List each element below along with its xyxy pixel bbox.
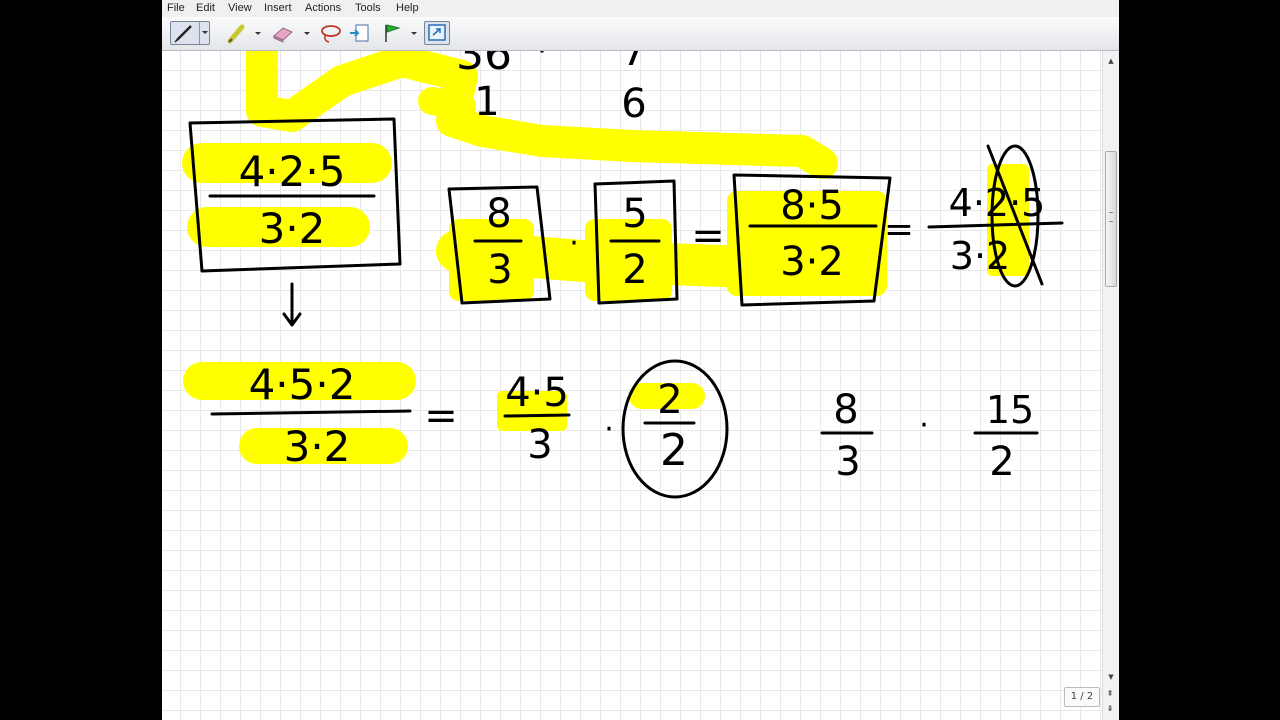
crossed-den: 3·2 <box>950 234 1010 278</box>
highlighter-dropdown[interactable] <box>254 21 262 45</box>
flag-icon <box>385 24 401 42</box>
scroll-up-icon[interactable]: ▲ <box>1103 53 1119 68</box>
lasso-tool-button[interactable] <box>319 21 343 45</box>
eq-equals: = <box>691 213 725 259</box>
screen-capture-icon <box>428 24 446 41</box>
split-2-num: 2 <box>657 377 682 423</box>
lasso-icon <box>321 25 341 43</box>
boxed-num: 4·2·5 <box>239 147 346 196</box>
split-1-den: 3 <box>527 422 552 468</box>
menu-help[interactable]: Help <box>396 2 419 15</box>
equals-3: = <box>424 393 458 439</box>
top-left-den: 1 <box>474 79 499 125</box>
split-dot: · <box>604 412 614 447</box>
problem-2-num: 15 <box>986 388 1034 432</box>
split-1-num: 4·5 <box>505 370 569 416</box>
eraser-dropdown[interactable] <box>303 21 311 45</box>
scroll-down-icon[interactable]: ▼ <box>1103 669 1119 684</box>
eq-2: 2 <box>622 247 647 293</box>
page-down-icon[interactable]: ⇟ <box>1103 701 1117 716</box>
problem-1-den: 3 <box>835 439 860 485</box>
crossed-num: 4·2·5 <box>949 181 1046 225</box>
eq-equals-2: = <box>884 209 914 250</box>
handwritten-text: 36 1 · 7 6 4·2·5 3·2 8 3 · 5 2 = 8·5 3·2… <box>239 51 1046 485</box>
eq-result-den: 3·2 <box>780 239 844 285</box>
vertical-scrollbar[interactable]: ▲ ▼ <box>1102 51 1119 720</box>
rearranged-num: 4·5·2 <box>249 360 356 409</box>
flag-dropdown[interactable] <box>410 21 418 45</box>
menu-tools[interactable]: Tools <box>355 2 381 15</box>
top-right-den: 6 <box>621 81 646 127</box>
eq-5: 5 <box>622 191 647 237</box>
highlighter-icon <box>227 24 245 44</box>
split-2-den: 2 <box>660 425 688 476</box>
page-up-icon[interactable]: ⇞ <box>1103 686 1117 701</box>
eq-3: 3 <box>487 247 512 293</box>
ink-layer: 36 1 · 7 6 4·2·5 3·2 8 3 · 5 2 = 8·5 3·2… <box>182 51 1064 499</box>
menu-bar: File Edit View Insert Actions Tools Help <box>162 0 1119 17</box>
insert-icon <box>350 24 369 42</box>
menu-view[interactable]: View <box>228 2 252 15</box>
page-indicator: 1 / 2 <box>1064 687 1100 707</box>
problem-2-den: 2 <box>989 439 1014 485</box>
pen-tool-button[interactable] <box>170 21 210 45</box>
menu-insert[interactable]: Insert <box>264 2 292 15</box>
eraser-tool-button[interactable] <box>270 21 296 45</box>
page-nav: ⇞ ⇟ <box>1103 686 1117 718</box>
eq-result-num: 8·5 <box>780 183 844 229</box>
menu-actions[interactable]: Actions <box>305 2 341 15</box>
problem-dot: · <box>919 408 929 443</box>
notebook-window: File Edit View Insert Actions Tools Help <box>162 0 1119 720</box>
whiteboard-canvas[interactable]: 36 1 · 7 6 4·2·5 3·2 8 3 · 5 2 = 8·5 3·2… <box>162 51 1102 720</box>
top-left-num: 36 <box>456 51 512 80</box>
problem-1-num: 8 <box>833 387 858 433</box>
menu-edit[interactable]: Edit <box>196 2 215 15</box>
top-dot: · <box>537 51 547 69</box>
eq-8: 8 <box>486 191 511 237</box>
menu-file[interactable]: File <box>167 2 185 15</box>
rearranged-den: 3·2 <box>284 422 351 471</box>
toolbar <box>162 17 1119 51</box>
pen-icon <box>174 25 192 43</box>
scroll-thumb[interactable] <box>1105 151 1117 287</box>
down-arrow <box>282 282 302 327</box>
highlighter-tool-button[interactable] <box>224 21 250 45</box>
eq-dot: · <box>569 226 579 261</box>
insert-tool-button[interactable] <box>348 21 372 45</box>
boxed-den: 3·2 <box>259 204 326 253</box>
screen-capture-button[interactable] <box>424 21 450 45</box>
flag-tool-button[interactable] <box>381 21 403 45</box>
eraser-icon <box>273 27 293 43</box>
pen-dropdown[interactable] <box>199 22 210 44</box>
top-right-num: 7 <box>621 51 646 75</box>
